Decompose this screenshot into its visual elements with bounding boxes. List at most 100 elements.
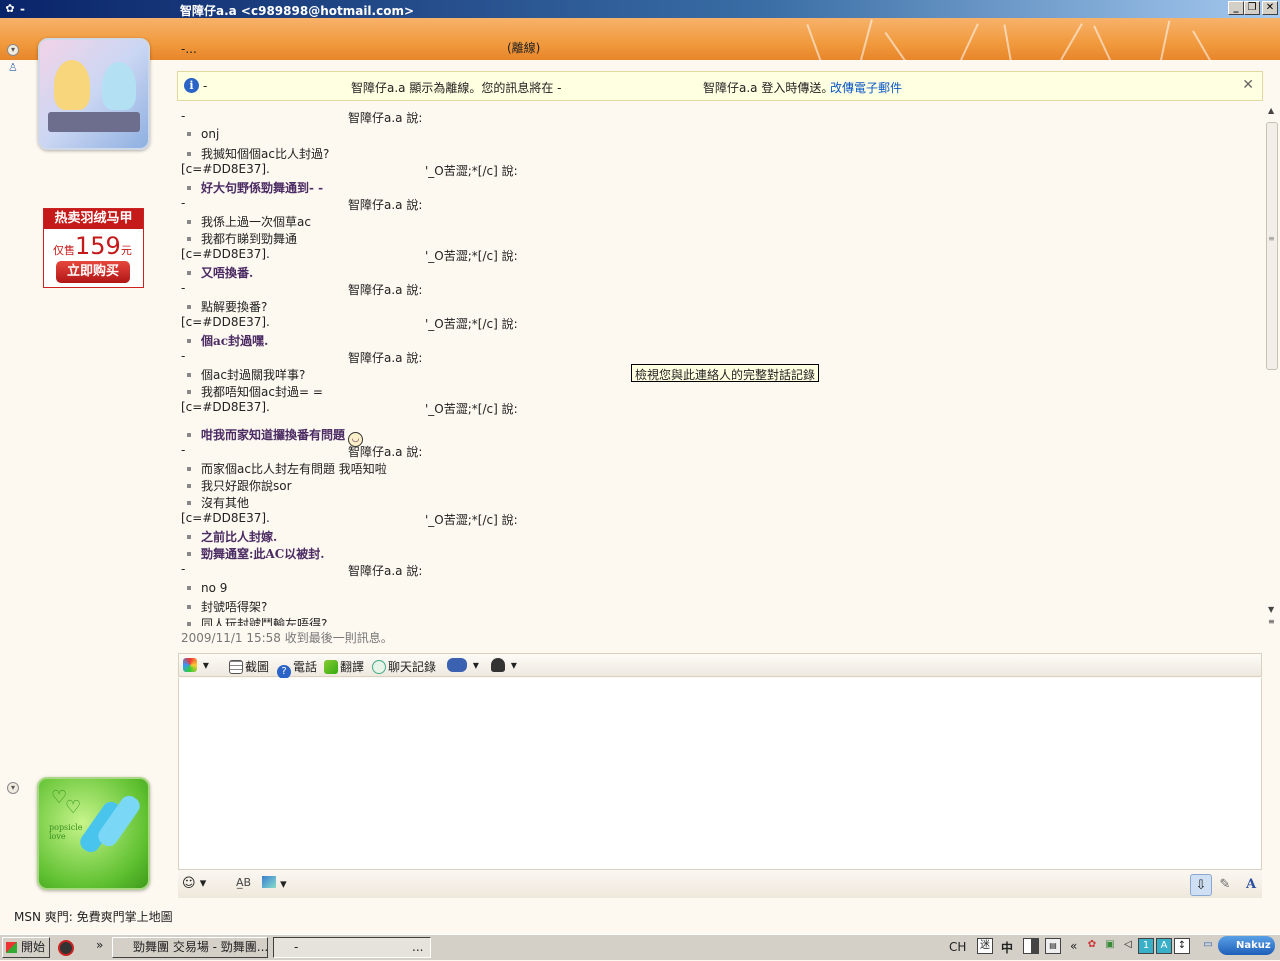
ime-mode-indicator[interactable]: 中 (1001, 939, 1013, 960)
nakuz-badge[interactable]: Nakuz (1218, 936, 1275, 955)
collapse-top-icon[interactable]: ▾ (7, 44, 19, 56)
message-text: 我都唔知個ac封過= = (201, 385, 323, 399)
sender-prefix: - (181, 562, 186, 576)
message-text: 我係上過一次個草ac (201, 215, 311, 229)
tray-box-a[interactable]: A (1156, 938, 1172, 954)
avatar-figure (54, 60, 90, 110)
sender-prefix: [c=#DD8E37]. (181, 247, 270, 261)
scroll-bottom-icon[interactable]: ≡ (1268, 617, 1275, 626)
contact-card-icon[interactable]: ♙ (8, 61, 20, 75)
msn-ad-link[interactable]: MSN 爽門: 免費爽門掌上地圖 (14, 908, 173, 925)
emoticon-button[interactable]: ☺ ▾ (182, 876, 206, 891)
games-button[interactable]: ▾ (447, 658, 479, 672)
history-button[interactable]: 聊天記錄 (372, 658, 436, 675)
message-text: 封號唔得架? (201, 600, 268, 614)
ad-buy-button[interactable]: 立即购买 (56, 261, 130, 283)
message-text: 沒有其他 (201, 496, 250, 510)
windows-taskbar: 開始 » 勁舞團 交易場 - 勁舞團... - ... CH 迷 中 ▤ « ✿… (0, 934, 1280, 960)
message-sender: - 智障仔a.a 說: (181, 349, 1251, 365)
message-text: 同人玩封號鬥輸左唔得? (201, 617, 328, 626)
scroll-down-icon[interactable]: ▼ (1268, 605, 1274, 614)
translate-button[interactable]: 翻譯 (324, 658, 364, 675)
sender-name: '_O苦澀;*[/c] 說: (425, 317, 518, 331)
scroll-up-icon[interactable]: ▲ (1268, 106, 1274, 115)
bullet-icon (187, 219, 191, 224)
chat-message: onj (177, 127, 1247, 141)
message-text: 而家個ac比人封左有問題 我唔知啦 (201, 462, 387, 476)
tray-chevron[interactable]: « (1070, 939, 1077, 960)
gamepad-icon (447, 658, 467, 672)
my-display-picture[interactable]: ♡ ♡ popsicle love (37, 777, 150, 890)
message-text: 我都冇睇到勁舞通 (201, 232, 298, 246)
chat-message: no 9 (177, 581, 1247, 595)
message-sender: [c=#DD8E37]. '_O苦澀;*[/c] 說: (181, 400, 1251, 416)
text-mode-icon[interactable]: A (1240, 874, 1262, 896)
tray-arrow-icon[interactable]: ↕ (1174, 938, 1190, 954)
block-button[interactable]: ▾ (491, 658, 517, 672)
start-button[interactable]: 開始 (2, 937, 50, 958)
wink-button[interactable]: ▾ (262, 876, 287, 892)
ime-settings-icon[interactable]: ▤ (1045, 938, 1061, 954)
sender-name: 智障仔a.a 說: (348, 111, 423, 125)
scroll-thumb[interactable] (1266, 122, 1278, 370)
chat-message: 又唔換番. (177, 264, 1247, 281)
network-icon[interactable]: ▣ (1102, 938, 1118, 954)
chat-message: 我搣知個個ac比人封過? (177, 145, 1247, 162)
sender-name: '_O苦澀;*[/c] 說: (425, 249, 518, 263)
qq-tray-icon[interactable]: ✿ (1084, 938, 1100, 954)
minimize-button[interactable]: _ (1228, 1, 1244, 15)
phone-icon: ? (277, 665, 291, 679)
ime-icon[interactable]: 迷 (977, 938, 993, 954)
theme-picker-button[interactable]: ▾ (183, 658, 209, 672)
translate-label: 翻譯 (340, 660, 365, 674)
sender-prefix: [c=#DD8E37]. (181, 162, 270, 176)
contact-display-picture[interactable] (38, 38, 150, 150)
smiley-icon: ☺ (182, 876, 196, 891)
ad-title: 热卖羽绒马甲 (44, 209, 143, 229)
collapse-bottom-icon[interactable]: ▾ (7, 782, 19, 794)
message-text: 咁我而家知道攞換番有問題 (201, 428, 346, 442)
close-info-icon[interactable]: ✕ (1242, 77, 1254, 93)
close-button[interactable]: ✕ (1262, 1, 1278, 15)
bullet-icon (187, 304, 191, 309)
bullet-icon (187, 500, 191, 505)
message-sender: [c=#DD8E37]. '_O苦澀;*[/c] 說: (181, 315, 1251, 331)
nudge-icon[interactable]: ⇩ (1190, 874, 1212, 896)
chat-message: 點解要換番? (177, 298, 1247, 315)
quicklaunch-chevron[interactable]: » (96, 938, 103, 952)
bullet-icon (187, 270, 191, 275)
sender-prefix: [c=#DD8E37]. (181, 400, 270, 414)
language-indicator[interactable]: CH (949, 940, 966, 961)
restore-button[interactable]: ❐ (1244, 1, 1260, 15)
screenshot-button[interactable]: 截圖 (229, 658, 269, 675)
send-email-link[interactable]: 改傳電子郵件 (830, 79, 902, 96)
fullwidth-toggle-icon[interactable] (1023, 938, 1039, 954)
tray-box-1[interactable]: 1 (1138, 938, 1154, 954)
ad-price-value: 159 (75, 232, 121, 260)
display-icon[interactable]: ▭ (1200, 938, 1216, 954)
window-title: 智障仔a.a <c989898@hotmail.com> (180, 4, 415, 18)
history-scrollbar[interactable]: ▲ ≡ ▼ ≡ (1265, 106, 1279, 626)
sender-prefix: [c=#DD8E37]. (181, 511, 270, 525)
branch-decoration (1060, 23, 1083, 61)
offline-info-bar: i - 智障仔a.a 顯示為離線。您的訊息將在 - 智障仔a.a 登入時傳送。 … (177, 71, 1263, 101)
message-sender: - 智障仔a.a 說: (181, 562, 1251, 578)
message-sender: [c=#DD8E37]. '_O苦澀;*[/c] 說: (181, 247, 1251, 263)
sender-name: 智障仔a.a 說: (348, 351, 423, 365)
chat-message: 我都唔知個ac封過= = (177, 383, 1247, 400)
quicklaunch-app-icon[interactable] (58, 940, 74, 956)
handwriting-icon[interactable]: ✎ (1214, 874, 1236, 896)
font-button[interactable]: A̲B (236, 876, 251, 889)
bullet-icon (187, 604, 191, 609)
message-input[interactable] (178, 678, 1262, 870)
advertisement[interactable]: 热卖羽绒马甲 仅售159元 立即购买 (43, 208, 144, 288)
msn-app-icon[interactable]: ✿ (2, 1, 18, 17)
ad-price: 仅售159元 (53, 232, 132, 260)
task-msn-button[interactable]: - ... (273, 937, 431, 958)
task-browser-button[interactable]: 勁舞團 交易場 - 勁舞團... (112, 937, 268, 958)
volume-icon[interactable]: ◁ (1120, 938, 1136, 954)
person-block-icon (491, 658, 505, 672)
message-text: 又唔換番. (201, 266, 254, 280)
sender-name: 智障仔a.a 說: (348, 445, 423, 459)
call-button[interactable]: ? 電話 (277, 658, 317, 679)
